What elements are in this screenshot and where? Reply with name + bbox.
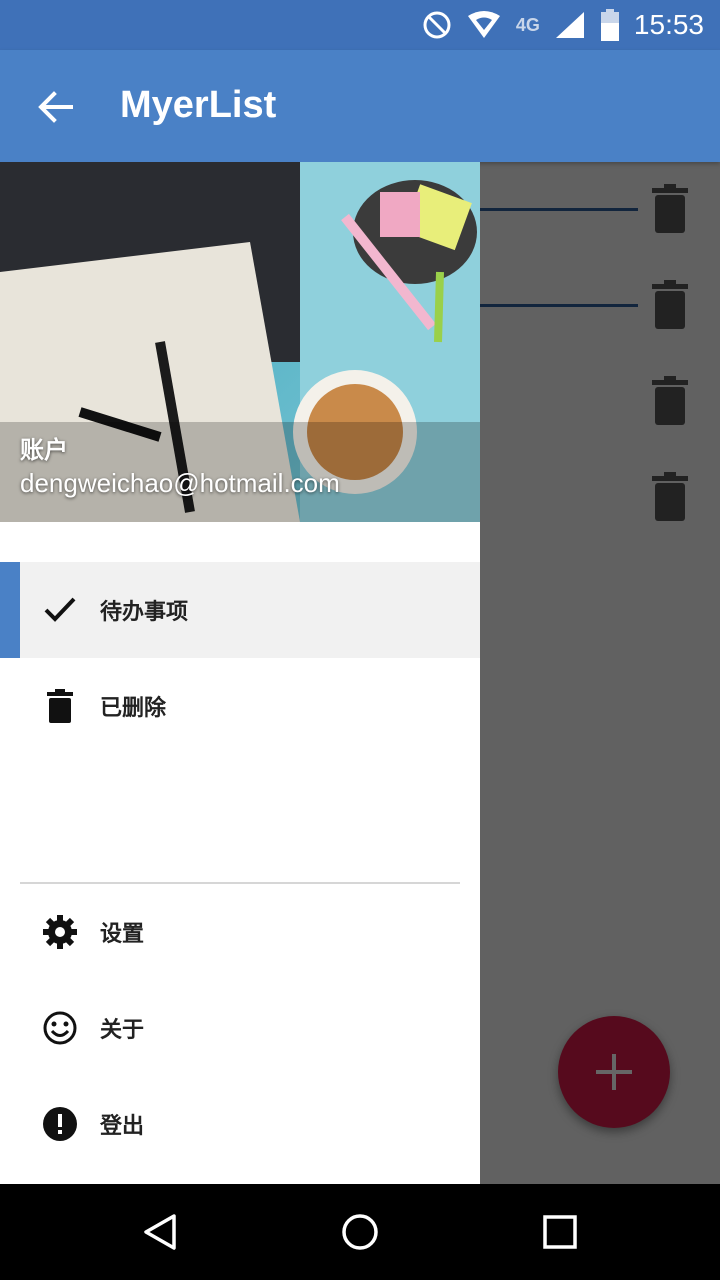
battery-icon — [600, 9, 619, 41]
recents-nav-button[interactable] — [536, 1208, 584, 1256]
network-type-label: 4G — [515, 14, 540, 35]
home-nav-button[interactable] — [336, 1208, 384, 1256]
status-time: 15:53 — [633, 9, 704, 40]
system-nav-bar — [0, 1184, 720, 1280]
status-bar: 4G 15:53 — [0, 0, 720, 50]
gear-icon — [40, 908, 80, 956]
circle-home-icon — [342, 1214, 378, 1250]
account-email: dengweichao@hotmail.com — [20, 468, 340, 498]
back-nav-button[interactable] — [136, 1208, 184, 1256]
nav-item-settings[interactable]: 设置 — [0, 884, 480, 980]
back-button[interactable] — [30, 82, 80, 132]
nav-item-logout[interactable]: 登出 — [0, 1076, 480, 1172]
square-recents-icon — [543, 1215, 577, 1249]
nav-item-label: 设置 — [100, 922, 145, 947]
nav-item-about[interactable]: 关于 — [0, 980, 480, 1076]
selected-indicator — [0, 562, 20, 658]
nav-item-deleted[interactable]: 已删除 — [0, 658, 480, 754]
arrow-back-icon — [38, 91, 73, 123]
nav-item-label: 关于 — [100, 1018, 145, 1043]
nav-item-label: 登出 — [100, 1114, 145, 1139]
nav-item-todo[interactable]: 待办事项 — [20, 562, 480, 658]
nav-item-label: 已删除 — [100, 696, 167, 721]
app-toolbar: MyerList — [0, 50, 720, 162]
account-label: 账户 — [20, 436, 68, 464]
trash-icon — [40, 682, 80, 730]
app-title: MyerList — [120, 84, 277, 126]
exclamation-icon — [40, 1100, 80, 1148]
no-disturb-icon — [423, 11, 451, 39]
navigation-drawer: 账户 dengweichao@hotmail.com 待办事项 已删除 设置 关… — [0, 162, 480, 1184]
wifi-icon — [467, 11, 500, 38]
smiley-icon — [40, 1004, 80, 1052]
status-icons: 4G 15:53 — [422, 8, 704, 42]
triangle-back-icon — [144, 1214, 176, 1250]
cellular-signal-icon — [555, 12, 584, 38]
nav-item-label: 待办事项 — [100, 600, 189, 625]
drawer-header: 账户 dengweichao@hotmail.com — [0, 162, 480, 522]
check-icon — [40, 586, 80, 634]
